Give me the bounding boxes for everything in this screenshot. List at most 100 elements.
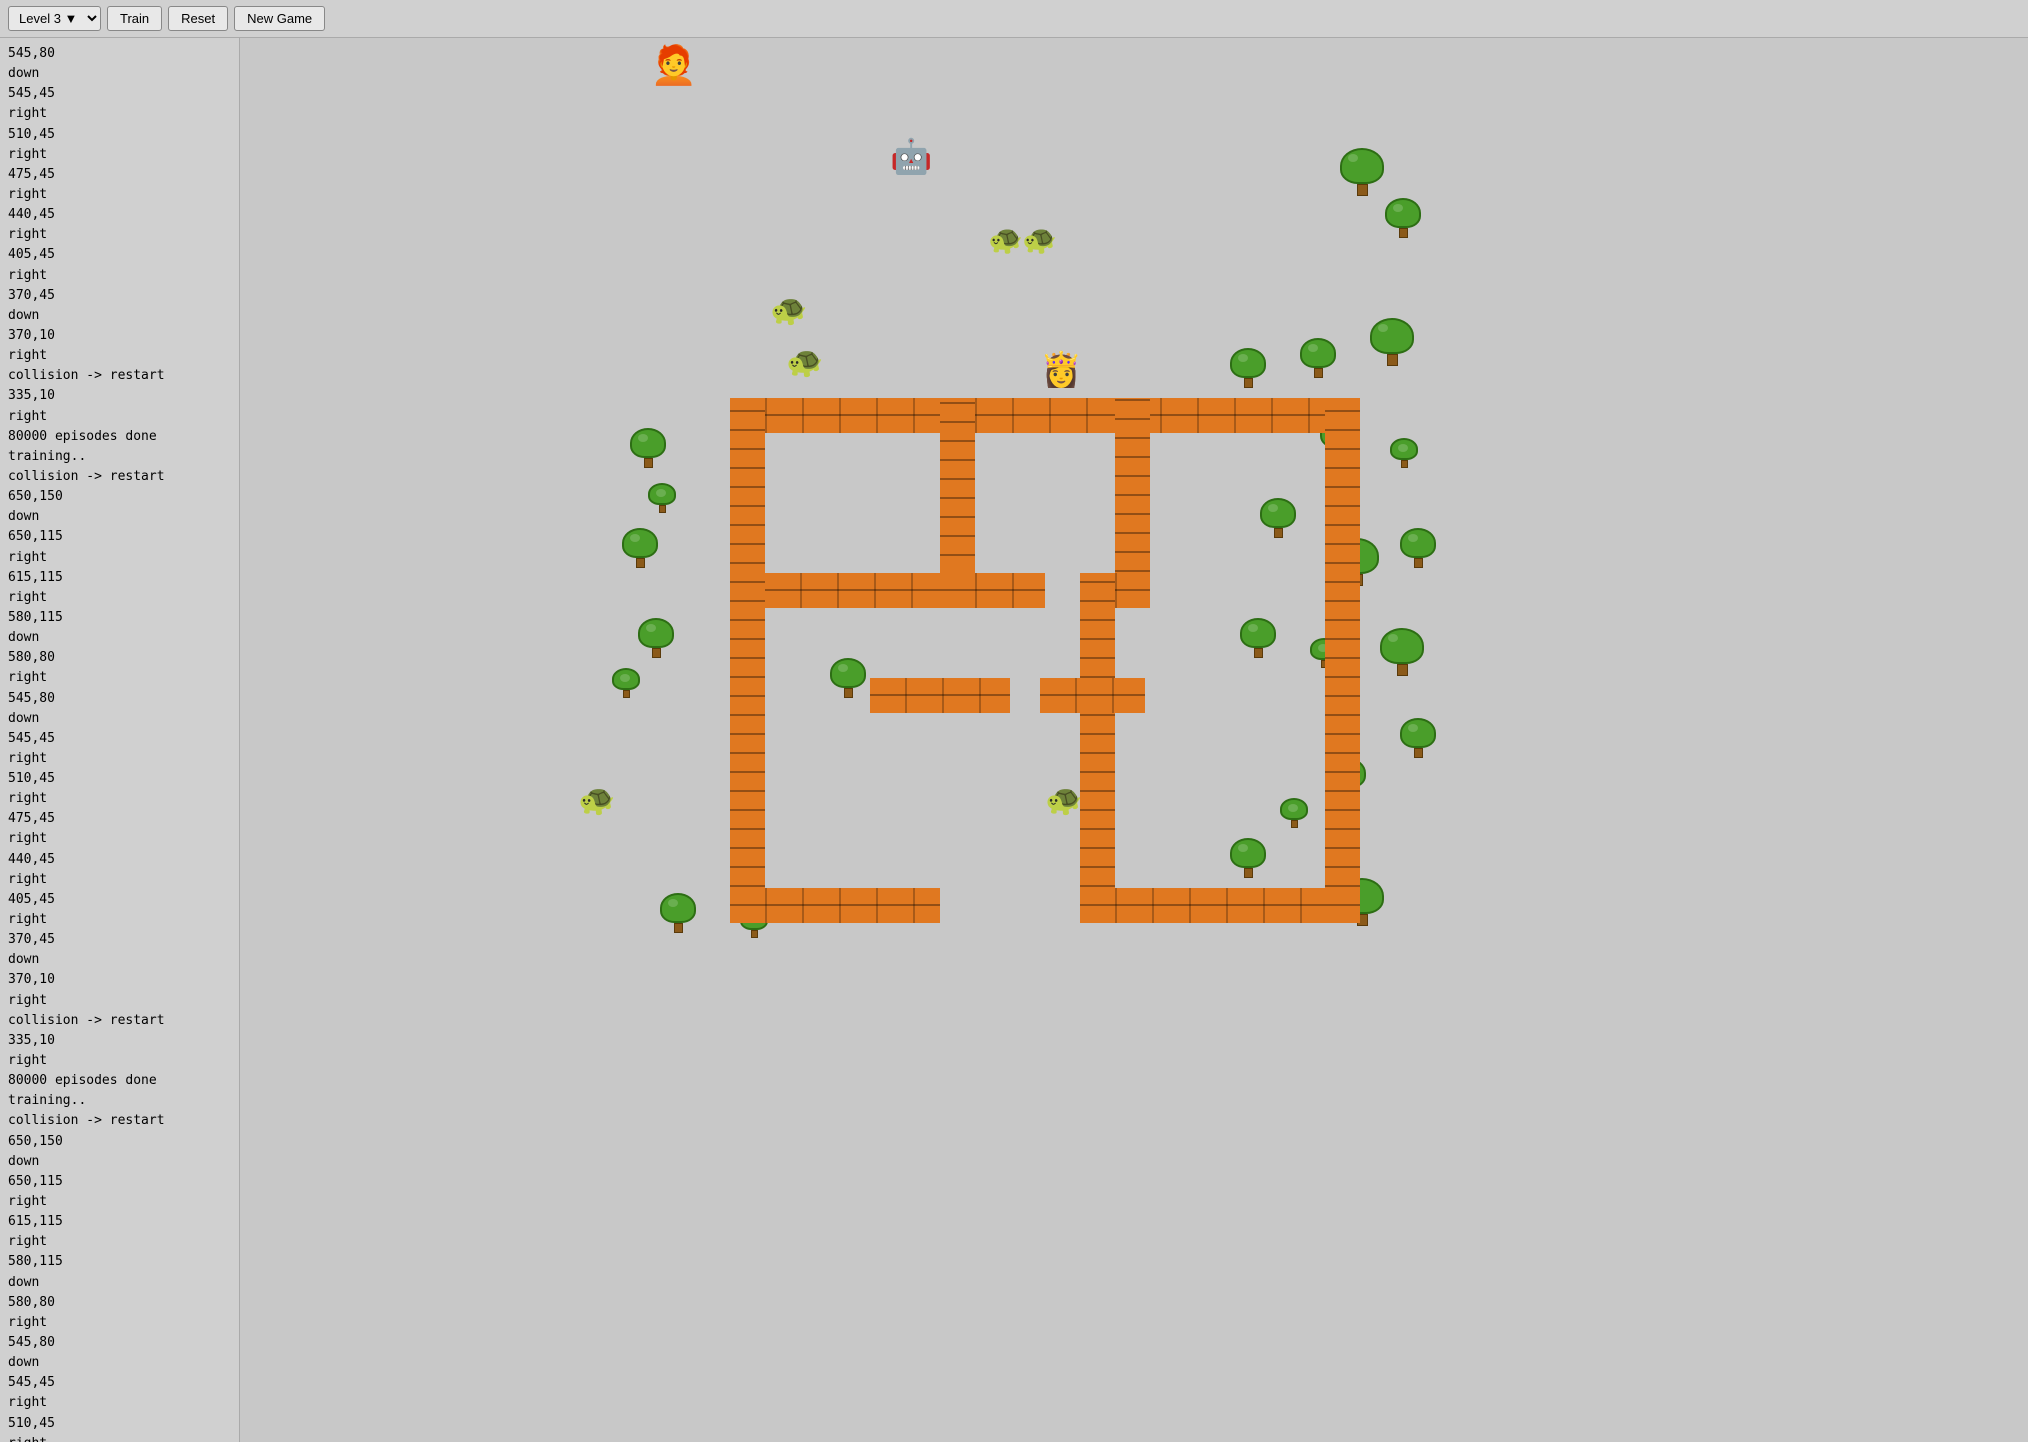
tree-12	[1370, 318, 1414, 366]
enemy-2: 🐢	[786, 348, 823, 378]
log-line: 335,10	[8, 1031, 231, 1051]
log-line: 510,45	[8, 125, 231, 145]
log-line: right	[8, 145, 231, 165]
tree-24	[1230, 838, 1266, 878]
tree-20	[1380, 628, 1424, 676]
log-line: 405,45	[8, 245, 231, 265]
log-line: 545,80	[8, 689, 231, 709]
wall-inner-right-bot	[940, 573, 1045, 608]
log-line: 580,115	[8, 1252, 231, 1272]
log-line: 580,80	[8, 1293, 231, 1313]
log-line: 650,150	[8, 487, 231, 507]
wall-platform-left	[870, 678, 1010, 713]
tree-23	[1280, 798, 1308, 828]
log-line: collision -> restart	[8, 467, 231, 487]
log-line: training..	[8, 1091, 231, 1111]
log-line: right	[8, 185, 231, 205]
enemy-1: 🐢	[770, 296, 807, 326]
tree-10	[1230, 348, 1266, 388]
log-line: 545,45	[8, 1373, 231, 1393]
wall-bottom-right	[1080, 888, 1360, 923]
wall-platform-right	[1040, 678, 1145, 713]
log-line: right	[8, 1434, 231, 1442]
game-canvas: 🧑‍🦰 🤖 👸 🐢 🐢 🐢 🐢 🐢 🐢	[240, 38, 2028, 1442]
tree-2	[648, 483, 676, 513]
log-line: collision -> restart	[8, 1111, 231, 1131]
log-line: 650,115	[8, 527, 231, 547]
train-button[interactable]: Train	[107, 6, 162, 31]
log-line: 615,115	[8, 568, 231, 588]
log-line: right	[8, 749, 231, 769]
tree-9	[1385, 198, 1421, 238]
tree-6	[660, 893, 696, 933]
log-line: 580,115	[8, 608, 231, 628]
main-area: 545,80down545,45right510,45right475,45ri…	[0, 38, 2028, 1442]
log-line: 80000 episodes done	[8, 427, 231, 447]
tree-17	[1400, 528, 1436, 568]
new-game-button[interactable]: New Game	[234, 6, 325, 31]
tree-4	[638, 618, 674, 658]
log-line: 370,10	[8, 326, 231, 346]
log-line: 545,80	[8, 1333, 231, 1353]
log-line: right	[8, 266, 231, 286]
log-line: 545,45	[8, 84, 231, 104]
log-line: right	[8, 829, 231, 849]
log-line: right	[8, 1192, 231, 1212]
enemy-5: 🐢	[578, 786, 615, 816]
log-line: 80000 episodes done	[8, 1071, 231, 1091]
log-line: down	[8, 628, 231, 648]
tree-11	[1300, 338, 1336, 378]
log-line: 370,45	[8, 930, 231, 950]
log-line: down	[8, 1353, 231, 1373]
toolbar: Level 3 ▼ Level 1 Level 2 Level 4 Level …	[0, 0, 2028, 38]
log-line: right	[8, 104, 231, 124]
log-line: right	[8, 870, 231, 890]
log-line: right	[8, 1051, 231, 1071]
tree-1	[630, 428, 666, 468]
log-line: down	[8, 1152, 231, 1172]
log-line: right	[8, 789, 231, 809]
log-line: 405,45	[8, 890, 231, 910]
wall-top-right	[940, 398, 1360, 433]
log-line: collision -> restart	[8, 1011, 231, 1031]
tree-5	[612, 668, 640, 698]
reset-button[interactable]: Reset	[168, 6, 228, 31]
wall-right-inner-bot	[1080, 573, 1115, 923]
wall-left-outer	[730, 398, 765, 923]
log-line: 615,115	[8, 1212, 231, 1232]
log-line: down	[8, 1273, 231, 1293]
log-line: training..	[8, 447, 231, 467]
level-select[interactable]: Level 3 ▼ Level 1 Level 2 Level 4 Level …	[8, 6, 101, 31]
log-line: right	[8, 346, 231, 366]
log-line: 475,45	[8, 165, 231, 185]
tree-18	[1240, 618, 1276, 658]
log-line: 580,80	[8, 648, 231, 668]
log-line: 545,80	[8, 44, 231, 64]
enemy-6: 🐢	[1045, 786, 1082, 816]
log-line: 650,115	[8, 1172, 231, 1192]
log-line: 440,45	[8, 205, 231, 225]
tree-21	[1400, 718, 1436, 758]
log-line: 510,45	[8, 1414, 231, 1434]
log-line: right	[8, 588, 231, 608]
log-line: 475,45	[8, 809, 231, 829]
log-line: right	[8, 1232, 231, 1252]
enemy-3: 🐢	[988, 226, 1023, 254]
wall-inner-left-vert	[940, 398, 975, 573]
log-line: 370,45	[8, 286, 231, 306]
log-line: down	[8, 709, 231, 729]
log-line: down	[8, 306, 231, 326]
log-line: 335,10	[8, 386, 231, 406]
wall-bottom-left	[730, 888, 940, 923]
wall-right-outer	[1325, 398, 1360, 923]
log-line: down	[8, 950, 231, 970]
log-panel[interactable]: 545,80down545,45right510,45right475,45ri…	[0, 38, 240, 1442]
log-line: 440,45	[8, 850, 231, 870]
log-line: collision -> restart	[8, 366, 231, 386]
robot-sprite: 🤖	[890, 140, 932, 174]
log-line: right	[8, 1393, 231, 1413]
mario-sprite: 🧑‍🦰	[650, 46, 697, 84]
log-line: 545,45	[8, 729, 231, 749]
tree-14	[1390, 438, 1418, 468]
log-line: right	[8, 548, 231, 568]
